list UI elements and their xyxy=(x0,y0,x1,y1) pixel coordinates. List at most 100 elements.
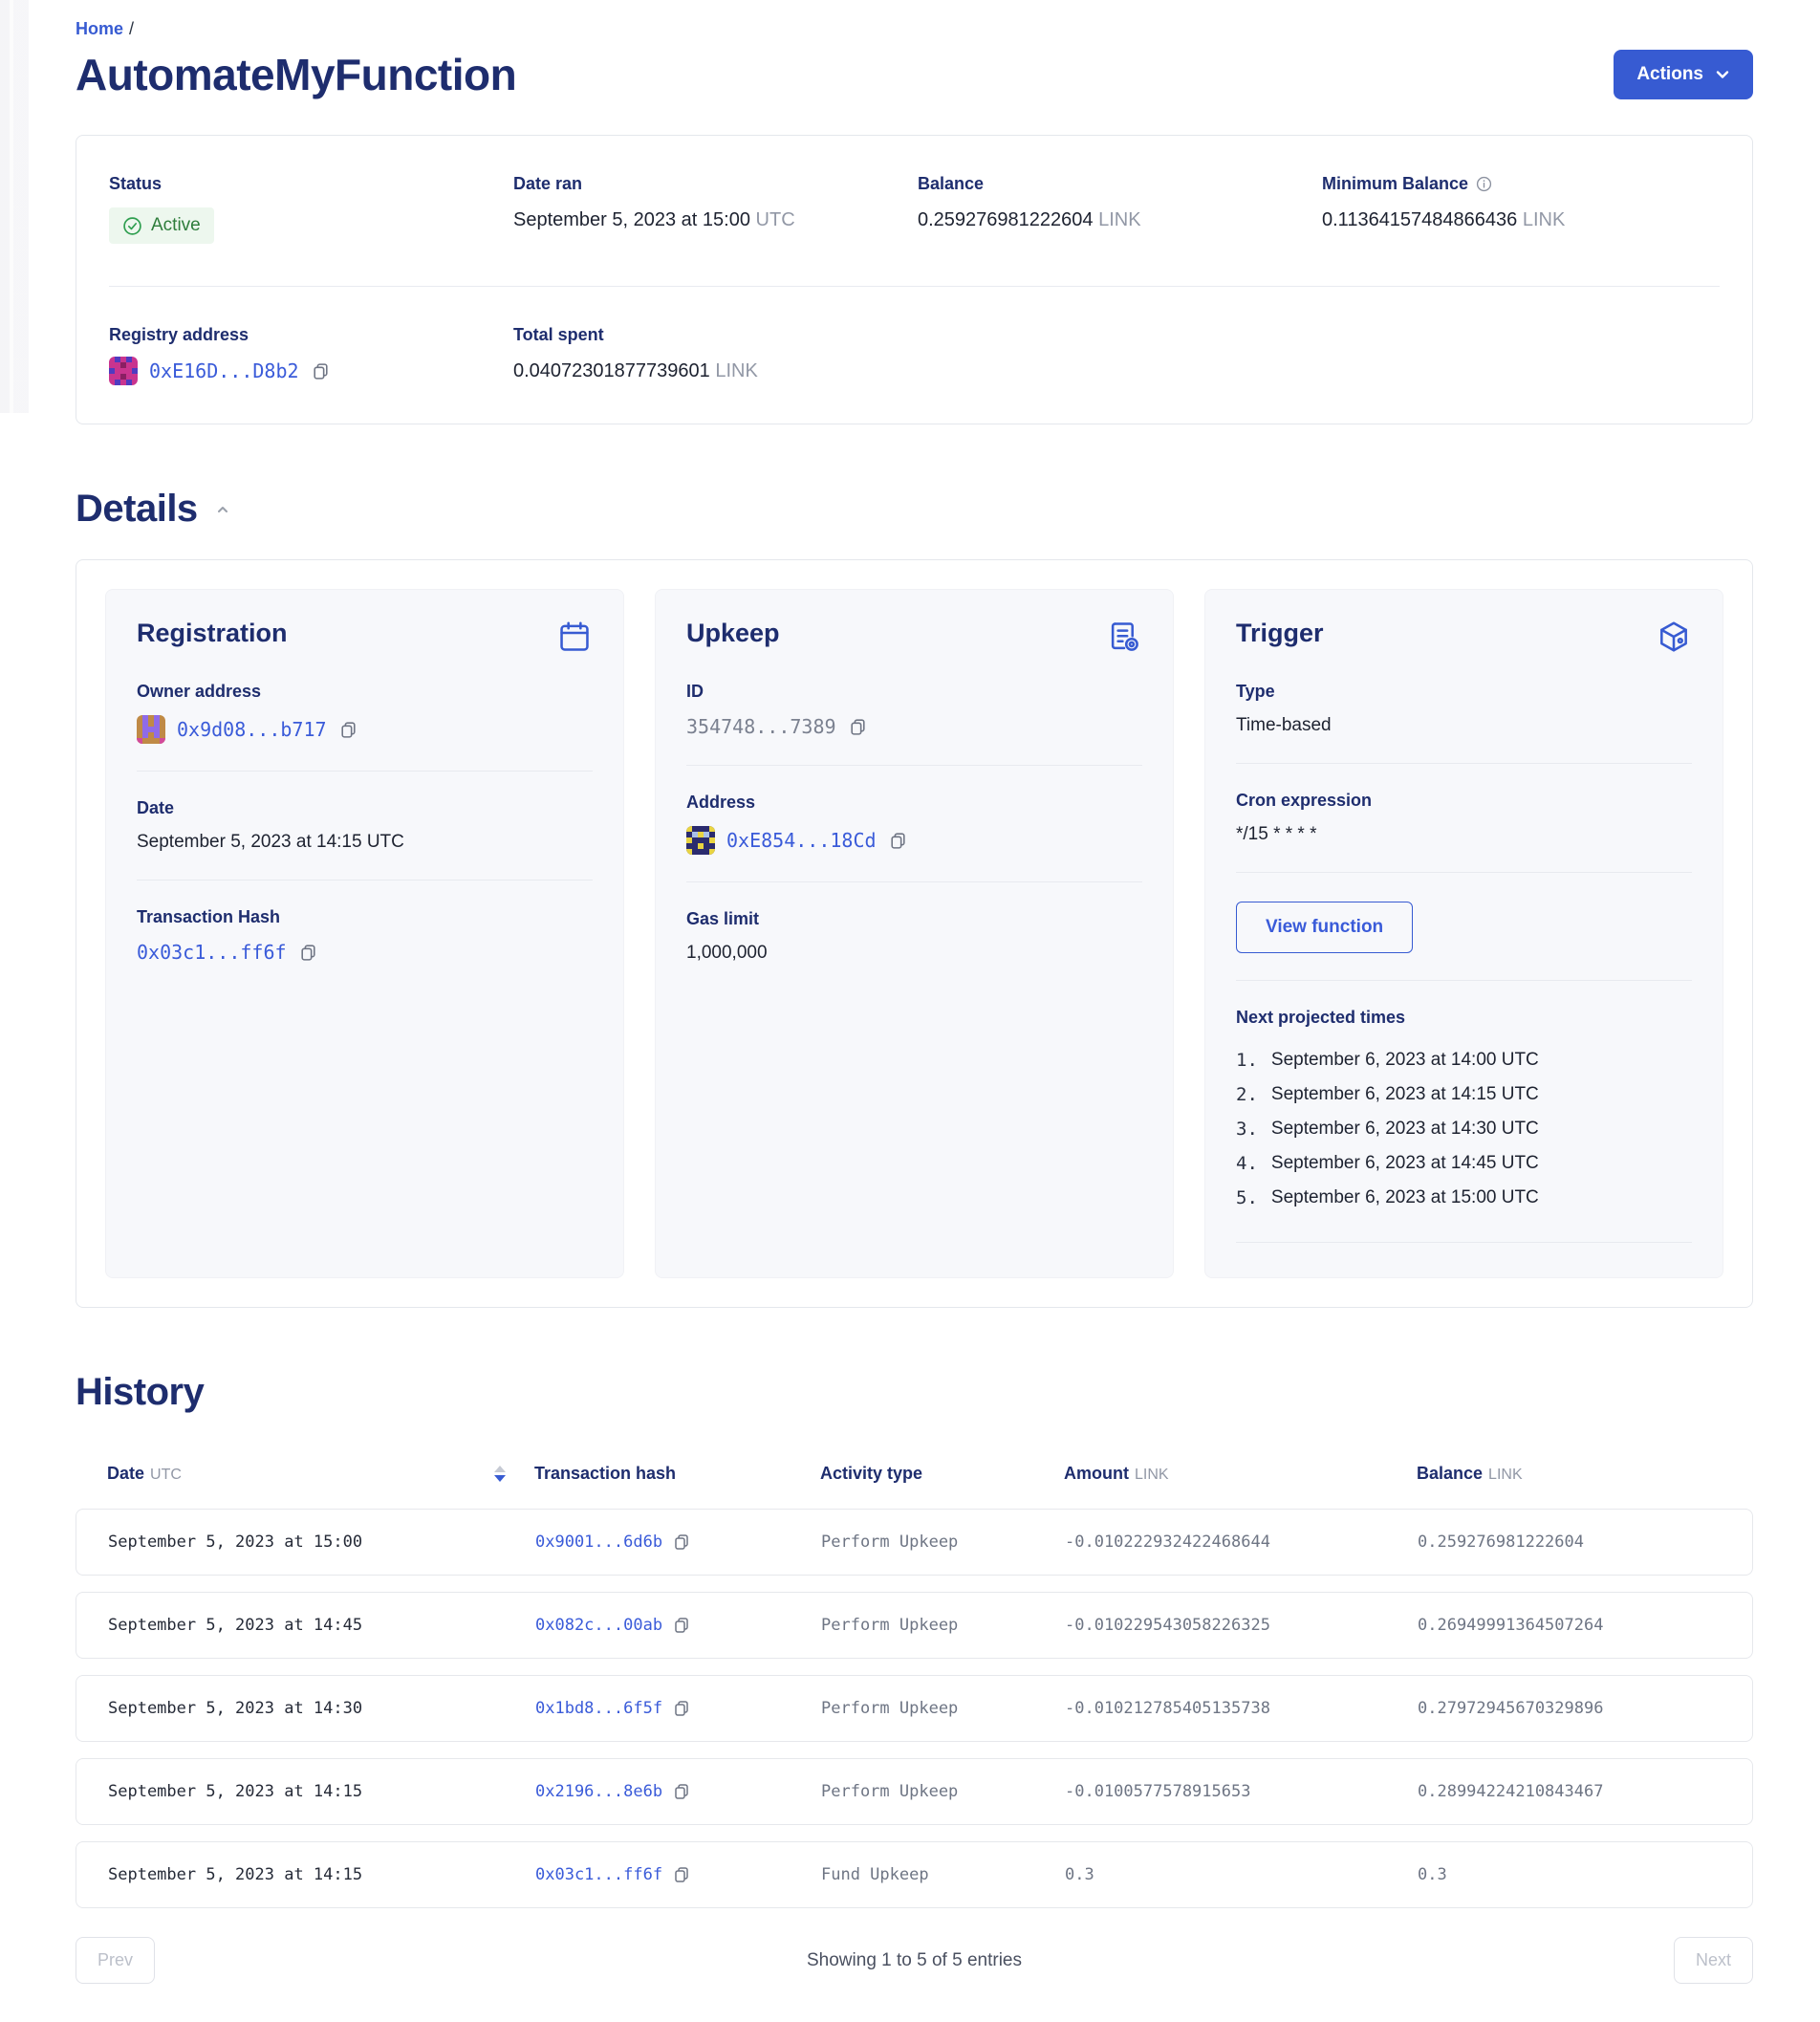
row-date: September 5, 2023 at 14:15 xyxy=(108,1865,535,1884)
trigger-type-field: Type Time-based xyxy=(1236,682,1692,736)
copy-icon[interactable] xyxy=(672,1865,691,1884)
row-balance: 0.27972945670329896 xyxy=(1418,1699,1752,1718)
info-circle-icon[interactable] xyxy=(1476,176,1492,192)
row-activity-type: Fund Upkeep xyxy=(821,1865,1065,1884)
row-balance: 0.28994224210843467 xyxy=(1418,1782,1752,1801)
registry-address-field: Registry address 0xE16D...D8b2 xyxy=(109,325,513,385)
row-balance: 0.26949991364507264 xyxy=(1418,1616,1752,1635)
view-function-button[interactable]: View function xyxy=(1236,902,1413,953)
minimum-balance-label: Minimum Balance xyxy=(1322,174,1720,194)
details-collapse-button[interactable] xyxy=(211,498,234,521)
document-gear-icon xyxy=(1106,619,1142,655)
divider xyxy=(1236,1242,1692,1243)
details-heading: Details xyxy=(76,488,198,531)
copy-icon[interactable] xyxy=(311,361,331,381)
status-field: Status Active xyxy=(109,174,513,244)
pagination-summary: Showing 1 to 5 of 5 entries xyxy=(807,1950,1022,1971)
copy-icon[interactable] xyxy=(672,1616,691,1635)
upkeep-title: Upkeep xyxy=(686,619,780,648)
transaction-hash-link[interactable]: 0x1bd8...6f5f xyxy=(535,1699,662,1718)
column-header-date[interactable]: DateUTC xyxy=(107,1464,534,1484)
row-balance: 0.3 xyxy=(1418,1865,1752,1884)
date-ran-field: Date ran September 5, 2023 at 15:00 UTC xyxy=(513,174,918,244)
divider xyxy=(1236,980,1692,981)
table-row: September 5, 2023 at 14:45 0x082c...00ab… xyxy=(76,1592,1753,1659)
column-header-activity-type: Activity type xyxy=(820,1464,1064,1484)
transaction-hash-link[interactable]: 0x03c1...ff6f xyxy=(137,941,287,964)
divider xyxy=(137,771,593,772)
status-card: Status Active Date ran September 5, 2023… xyxy=(76,135,1753,424)
sort-icon[interactable] xyxy=(492,1464,508,1484)
cron-expression-label: Cron expression xyxy=(1236,791,1692,811)
cron-expression-field: Cron expression */15 * * * * xyxy=(1236,791,1692,845)
row-activity-type: Perform Upkeep xyxy=(821,1616,1065,1635)
chevron-up-icon xyxy=(215,502,230,517)
divider xyxy=(1236,872,1692,873)
row-date: September 5, 2023 at 14:30 xyxy=(108,1699,535,1718)
status-card-row-1: Status Active Date ran September 5, 2023… xyxy=(109,174,1720,244)
history-table-header: DateUTC Transaction hash Activity type A… xyxy=(76,1464,1753,1484)
column-header-balance: BalanceLINK xyxy=(1417,1464,1753,1484)
copy-icon[interactable] xyxy=(672,1533,691,1552)
row-date: September 5, 2023 at 14:15 xyxy=(108,1782,535,1801)
check-circle-icon xyxy=(122,216,142,236)
row-amount: 0.3 xyxy=(1065,1865,1418,1884)
row-activity-type: Perform Upkeep xyxy=(821,1533,1065,1552)
registration-date-value: September 5, 2023 at 14:15 UTC xyxy=(137,832,593,853)
page-title: AutomateMyFunction xyxy=(76,49,516,100)
upkeep-id-field: ID 354748...7389 xyxy=(686,682,1142,738)
projected-time-item: 5.September 6, 2023 at 15:00 UTC xyxy=(1236,1181,1692,1215)
column-header-amount: AmountLINK xyxy=(1064,1464,1417,1484)
balance-value: 0.259276981222604 LINK xyxy=(918,209,1322,231)
owner-address-field: Owner address 0x9d08...b717 xyxy=(137,682,593,744)
copy-icon[interactable] xyxy=(298,943,318,963)
prev-button[interactable]: Prev xyxy=(76,1937,155,1984)
copy-icon[interactable] xyxy=(338,720,358,740)
copy-icon[interactable] xyxy=(888,831,908,851)
minimum-balance-field: Minimum Balance 0.11364157484866436 LINK xyxy=(1322,174,1720,244)
upkeep-id-label: ID xyxy=(686,682,1142,702)
gas-limit-label: Gas limit xyxy=(686,909,1142,929)
breadcrumb-home-link[interactable]: Home xyxy=(76,19,123,38)
balance-label: Balance xyxy=(918,174,1322,194)
gas-limit-value: 1,000,000 xyxy=(686,943,1142,964)
copy-icon[interactable] xyxy=(848,717,868,737)
upkeep-address-link[interactable]: 0xE854...18Cd xyxy=(726,829,877,852)
copy-icon[interactable] xyxy=(672,1699,691,1718)
copy-icon[interactable] xyxy=(672,1782,691,1801)
row-date: September 5, 2023 at 14:45 xyxy=(108,1616,535,1635)
chevron-down-icon xyxy=(1715,67,1730,82)
transaction-hash-field: Transaction Hash 0x03c1...ff6f xyxy=(137,907,593,964)
calendar-icon xyxy=(556,619,593,655)
transaction-hash-link[interactable]: 0x9001...6d6b xyxy=(535,1533,662,1552)
divider xyxy=(686,765,1142,766)
status-badge-label: Active xyxy=(151,215,201,236)
cube-icon xyxy=(1656,619,1692,655)
row-transaction-hash: 0x1bd8...6f5f xyxy=(535,1699,821,1718)
actions-button[interactable]: Actions xyxy=(1614,50,1753,99)
divider xyxy=(1236,763,1692,764)
transaction-hash-link[interactable]: 0x03c1...ff6f xyxy=(535,1865,662,1884)
row-activity-type: Perform Upkeep xyxy=(821,1699,1065,1718)
upkeep-id-value: 354748...7389 xyxy=(686,715,836,738)
total-spent-value: 0.04072301877739601 LINK xyxy=(513,360,1720,382)
next-button[interactable]: Next xyxy=(1674,1937,1753,1984)
pagination: Prev Showing 1 to 5 of 5 entries Next xyxy=(76,1937,1753,1984)
registry-address-link[interactable]: 0xE16D...D8b2 xyxy=(149,359,299,382)
table-row: September 5, 2023 at 14:30 0x1bd8...6f5f… xyxy=(76,1675,1753,1742)
registry-address-label: Registry address xyxy=(109,325,513,345)
next-projected-times-field: Next projected times 1.September 6, 2023… xyxy=(1236,1008,1692,1215)
registration-date-field: Date September 5, 2023 at 14:15 UTC xyxy=(137,798,593,853)
date-ran-label: Date ran xyxy=(513,174,918,194)
registration-title: Registration xyxy=(137,619,288,648)
owner-address-link[interactable]: 0x9d08...b717 xyxy=(177,718,327,741)
minimum-balance-value: 0.11364157484866436 LINK xyxy=(1322,209,1720,231)
trigger-title: Trigger xyxy=(1236,619,1324,648)
history-heading: History xyxy=(76,1371,204,1414)
transaction-hash-link[interactable]: 0x082c...00ab xyxy=(535,1616,662,1635)
transaction-hash-link[interactable]: 0x2196...8e6b xyxy=(535,1782,662,1801)
next-projected-times-label: Next projected times xyxy=(1236,1008,1692,1028)
details-card: Registration Owner address 0x9d08...b717 xyxy=(76,559,1753,1308)
trigger-card: Trigger Type Time-based Cron expression … xyxy=(1204,589,1723,1278)
row-activity-type: Perform Upkeep xyxy=(821,1782,1065,1801)
